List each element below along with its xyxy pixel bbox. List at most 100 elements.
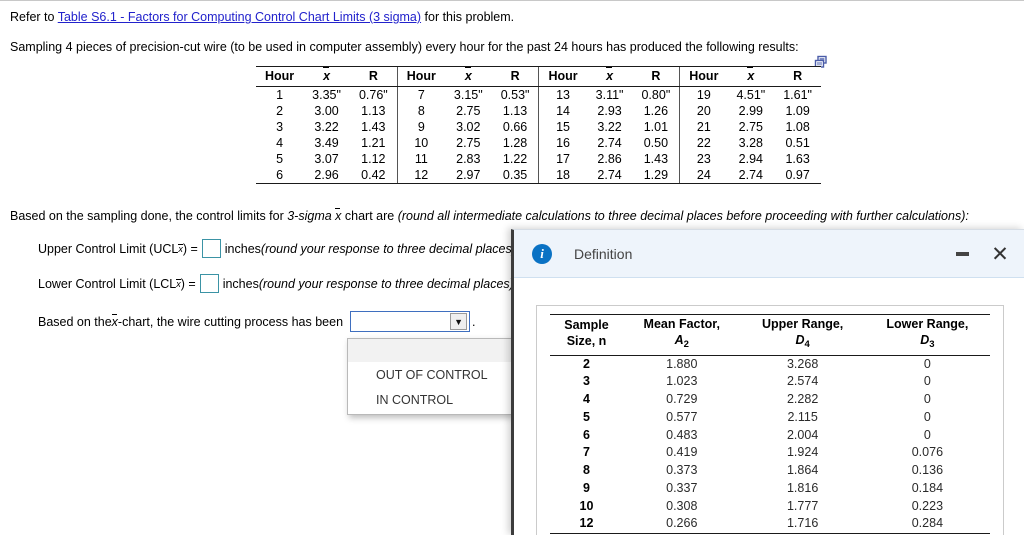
header-hour-1: Hour <box>256 67 304 87</box>
cell-a2: 0.308 <box>666 498 698 513</box>
factors-row: 2 1.880 3.268 0 <box>550 355 990 373</box>
hdr-sample-line1: Sample <box>564 318 609 333</box>
cell-d4: 2.574 <box>786 374 819 389</box>
cell-range: 1.26 <box>643 104 669 118</box>
factors-row: 4 0.729 2.282 0 <box>550 391 990 409</box>
chart-xbar: x <box>111 313 118 329</box>
cell-d4: 1.777 <box>786 498 819 513</box>
hdr-sample-line2: Size, n <box>566 333 607 348</box>
ucl-input[interactable] <box>201 239 221 258</box>
cell-hour: 23 <box>679 151 728 167</box>
prompt-intro-b: chart are <box>341 209 398 223</box>
lcl-row: Lower Control Limit (LCL x) = inches (rou… <box>38 274 514 293</box>
cell-xbar: 2.74 <box>738 168 763 182</box>
cell-xbar: 3.07 <box>314 152 339 166</box>
cell-xbar: 4.51" <box>736 88 766 102</box>
cell-xbar: 2.86 <box>597 152 622 166</box>
factors-header-lower-range: Lower Range, D3 <box>864 314 990 356</box>
cell-range: 0.80" <box>641 88 671 102</box>
cell-xbar: 2.75 <box>456 104 481 118</box>
cell-a2: 1.880 <box>666 356 698 371</box>
factors-body: 2 1.880 3.268 0 3 1.023 2.574 0 4 0.729 2.282 0 5 0.5… <box>550 355 990 535</box>
dialog-body: Sample Size, n Mean Factor, A2 Upper Ran… <box>514 278 1024 535</box>
table-s61-link[interactable]: Table S6.1 - Factors for Computing Contr… <box>58 10 421 24</box>
cell-d4: 2.004 <box>786 427 819 442</box>
cell-d4: 3.268 <box>786 356 819 371</box>
cell-hour: 24 <box>679 167 728 183</box>
cell-range: 1.43 <box>643 152 669 166</box>
cell-range: 0.51 <box>785 136 810 150</box>
dialog-header: i Definition ✕ <box>514 230 1024 278</box>
header-r-1: R <box>349 67 398 87</box>
process-state-row: Based on the x -chart, the wire cutting p… <box>38 311 476 332</box>
cell-range: 0.97 <box>785 168 810 182</box>
cell-d4: 1.716 <box>740 515 865 535</box>
cell-xbar: 2.93 <box>597 104 622 118</box>
minimize-icon[interactable] <box>950 242 974 266</box>
dropdown-option-out-of-control[interactable]: OUT OF CONTROL <box>348 362 511 387</box>
cell-xbar: 3.49 <box>314 136 339 150</box>
cell-range: 1.13 <box>361 104 386 118</box>
table-row: 3 3.22 1.43 9 3.02 0.66 15 3.22 1.01 21 2.75 1.08 <box>256 119 821 135</box>
cell-hour: 12 <box>396 167 445 183</box>
cell-d3: 0.136 <box>911 463 944 477</box>
cell-range: 1.01 <box>643 120 669 134</box>
cell-hour: 21 <box>679 119 728 135</box>
cell-sample-size: 7 <box>583 445 590 460</box>
lcl-input[interactable] <box>199 274 219 293</box>
ucl-unit: inches <box>224 241 261 256</box>
prompt-intro-a: Based on the sampling done, the control … <box>10 209 288 223</box>
trailing-period: . <box>472 314 476 329</box>
process-state-select[interactable]: ▼ <box>350 311 471 332</box>
cell-range: 1.21 <box>361 136 386 150</box>
dropdown-option-blank[interactable] <box>348 339 511 362</box>
cell-d4: 1.924 <box>786 445 819 460</box>
hdr-a2-line2: A2 <box>674 332 689 350</box>
dropdown-option-in-control[interactable]: IN CONTROL <box>348 387 511 412</box>
dialog-window-controls: ✕ <box>950 230 1012 278</box>
ucl-label-a: Upper Control Limit (UCL <box>38 241 179 256</box>
ucl-row: Upper Control Limit (UCL x) = inches (rou… <box>38 239 516 258</box>
cell-d3: 0.184 <box>911 480 944 495</box>
definition-dialog: i Definition ✕ Sample Size, n Mean Facto… <box>511 229 1024 535</box>
cell-d3: 0 <box>923 392 931 406</box>
cell-d4: 1.816 <box>786 480 819 495</box>
cell-sample-size: 9 <box>583 480 590 495</box>
header-hour-3: Hour <box>538 67 587 87</box>
header-xbar-3: x <box>586 67 633 87</box>
cell-sample-size: 4 <box>583 392 590 406</box>
close-icon[interactable]: ✕ <box>988 242 1012 266</box>
cell-d3: 0 <box>923 374 931 389</box>
cell-range: 0.76" <box>358 88 388 102</box>
cell-d3: 0 <box>923 356 931 371</box>
factors-row: 7 0.419 1.924 0.076 <box>550 444 990 462</box>
header-xbar-1: x <box>303 67 350 87</box>
hdr-d4-line1: Upper Range, <box>762 317 844 331</box>
cell-range: 1.29 <box>643 168 669 182</box>
cell-sample-size: 12 <box>550 515 624 535</box>
lcl-label-a: Lower Control Limit (LCL <box>38 276 177 291</box>
cell-hour: 17 <box>538 151 587 167</box>
chevron-down-icon[interactable]: ▼ <box>450 313 468 330</box>
chart-text-a: Based on the <box>38 314 112 329</box>
cell-xbar: 2.94 <box>738 152 763 166</box>
cell-hour: 13 <box>538 86 587 103</box>
cell-hour: 18 <box>538 167 587 183</box>
cell-hour: 9 <box>396 119 445 135</box>
cell-a2: 1.023 <box>666 374 698 389</box>
factors-row: 12 0.266 1.716 0.284 <box>550 515 990 535</box>
cell-xbar: 3.22 <box>597 120 622 134</box>
hourly-results-grid: Hour x R Hour x R Hour x R Hour x R 1 3.3… <box>256 67 821 183</box>
cell-hour: 15 <box>538 119 587 135</box>
cell-range: 1.63 <box>785 152 810 166</box>
cell-range: 1.61" <box>783 88 812 102</box>
cell-hour: 7 <box>396 86 445 103</box>
cell-hour: 3 <box>276 120 284 134</box>
cell-d3: 0 <box>923 409 931 424</box>
prompt-3sigma: 3-sigma <box>287 209 336 223</box>
cell-hour: 6 <box>276 168 284 182</box>
factors-row: 5 0.577 2.115 0 <box>550 409 990 427</box>
hdr-d3-line1: Lower Range, <box>886 317 969 331</box>
process-state-dropdown-list[interactable]: OUT OF CONTROL IN CONTROL <box>347 338 512 415</box>
lcl-subscript-xbar: x <box>176 278 181 289</box>
